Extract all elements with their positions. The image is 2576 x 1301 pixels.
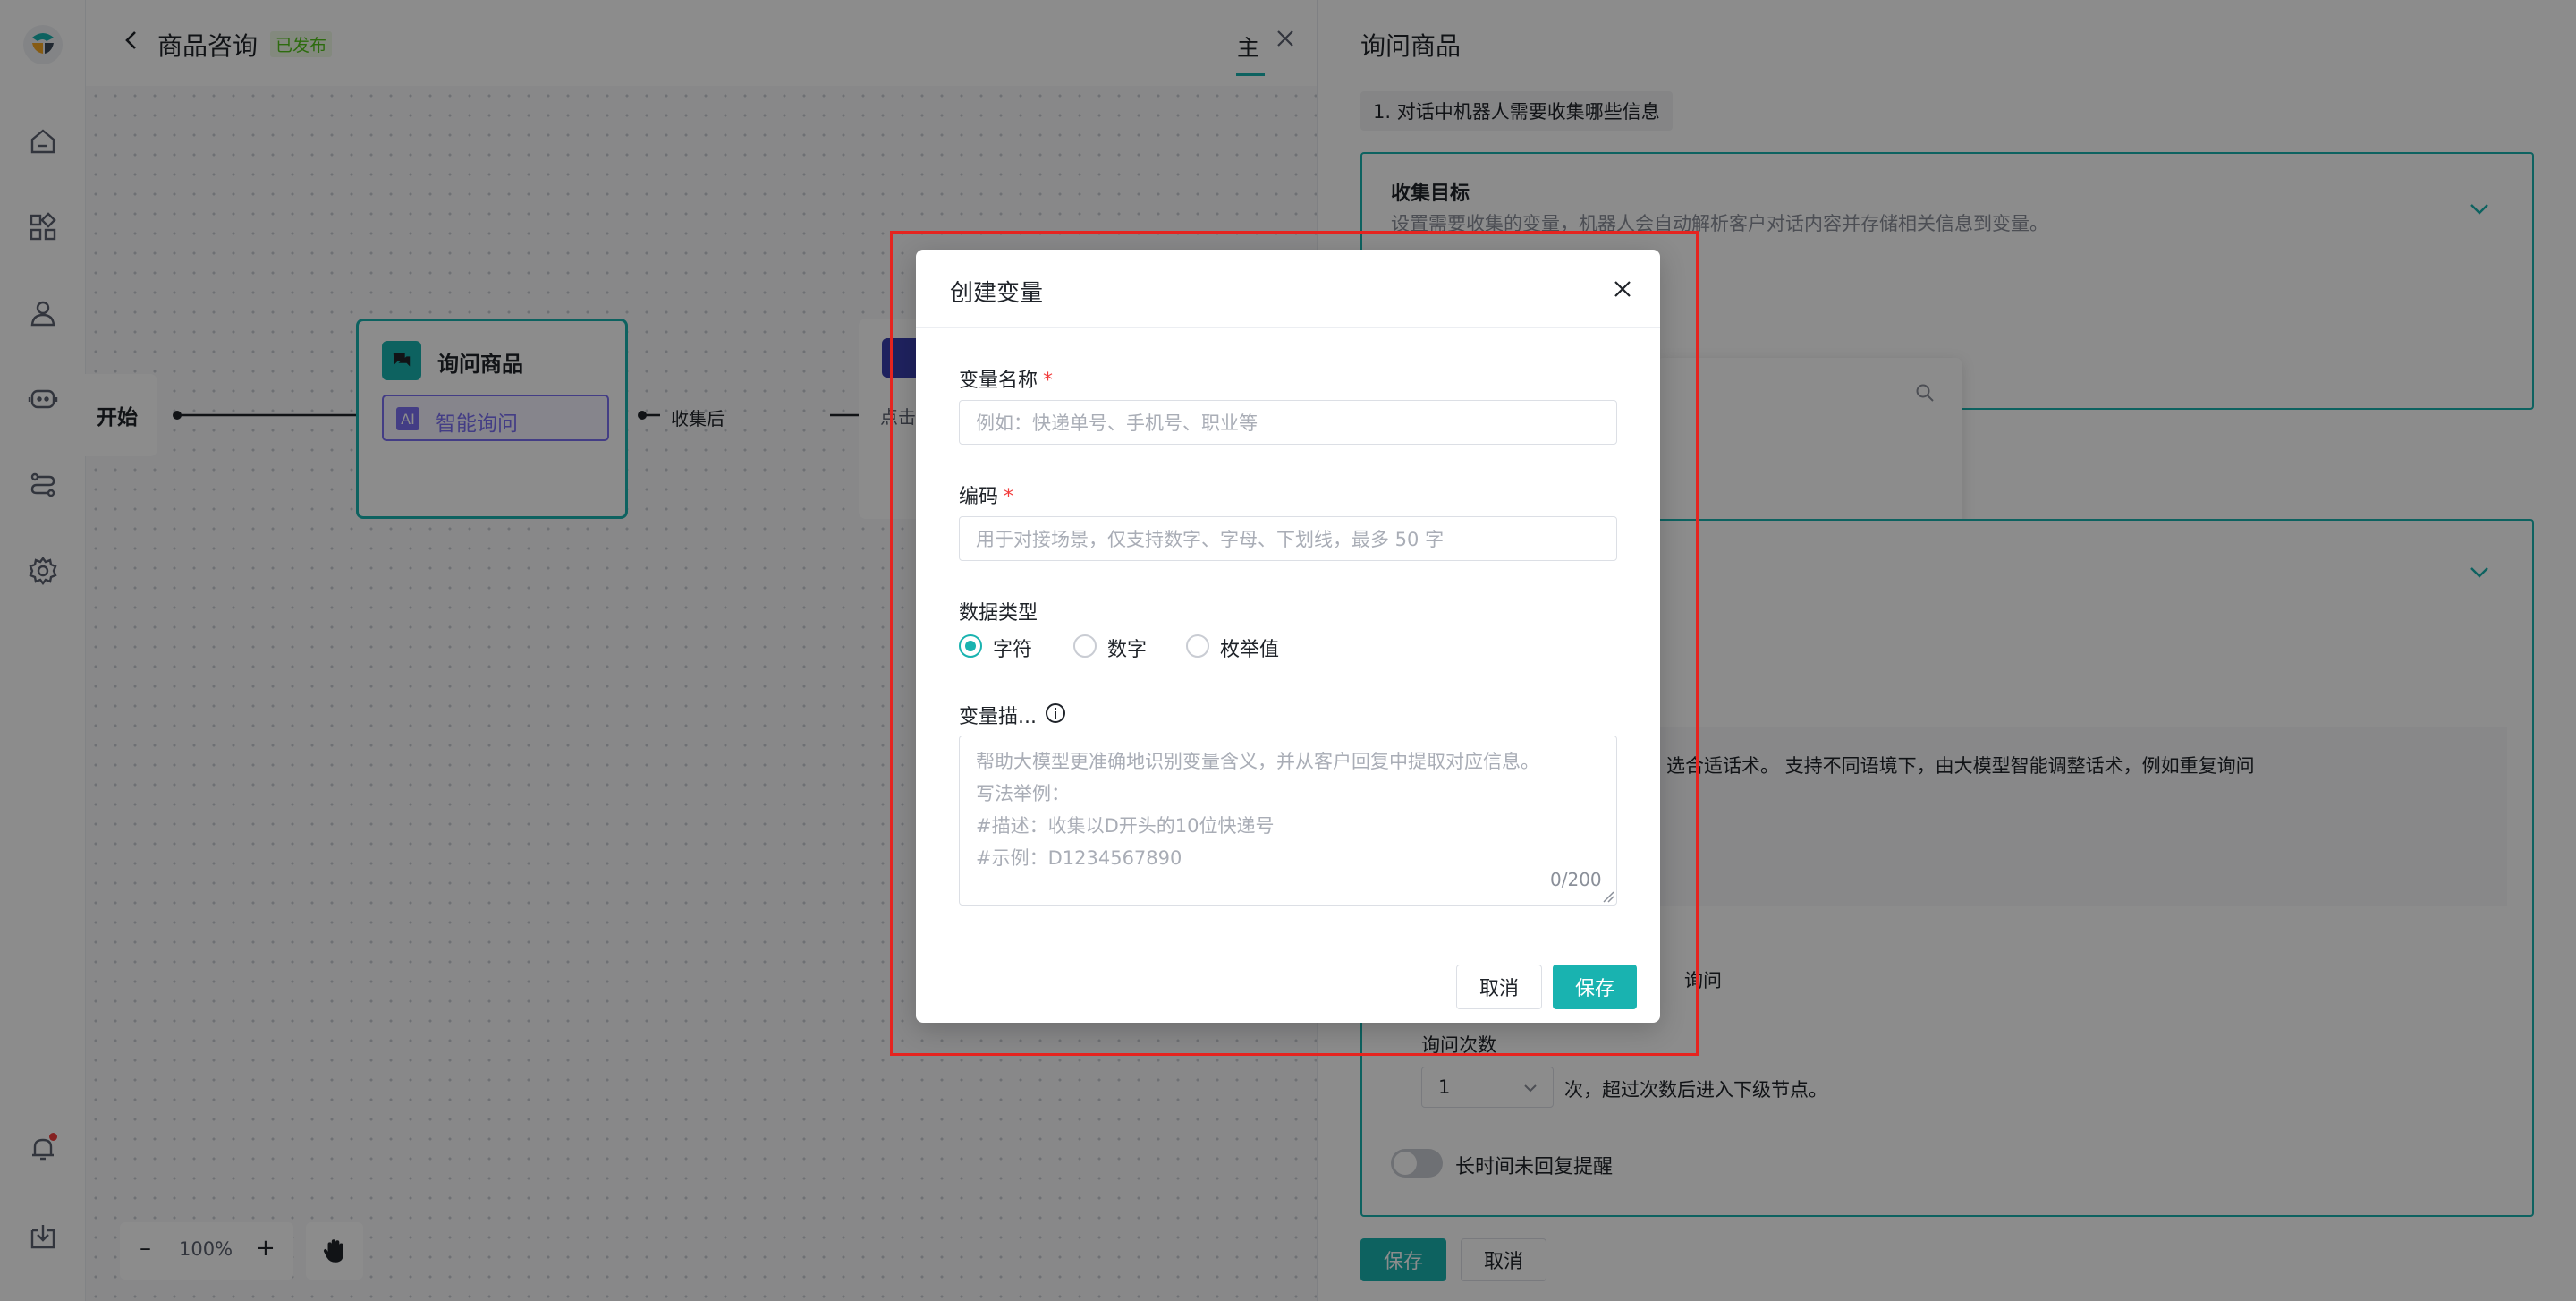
highlight-box — [890, 231, 1699, 1056]
